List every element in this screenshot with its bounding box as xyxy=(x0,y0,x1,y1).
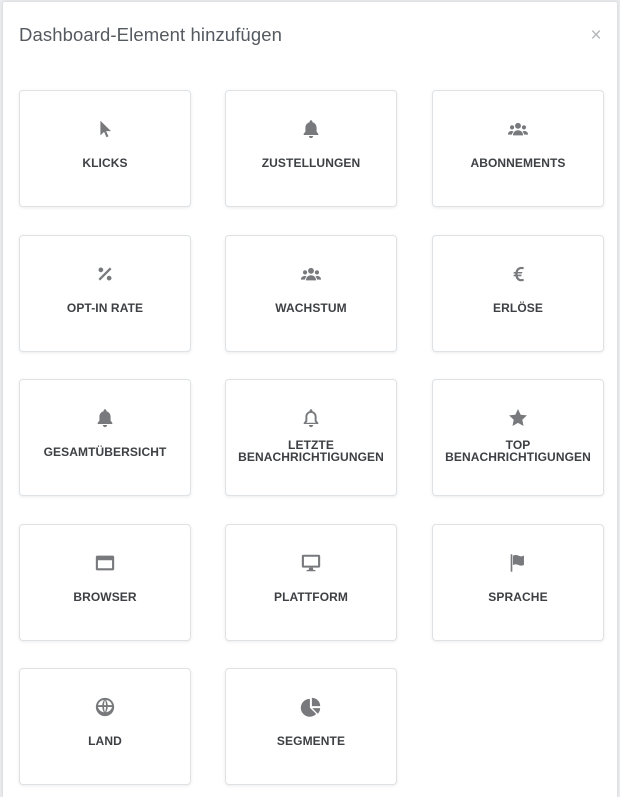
bell-icon xyxy=(20,407,190,429)
card-label-line: BENACHRICHTIGUNGEN xyxy=(238,450,384,464)
card-top-benachrichtigungen[interactable]: TOP BENACHRICHTIGUNGEN xyxy=(432,379,604,496)
card-label: OPT-IN RATE xyxy=(66,301,144,315)
euro-icon xyxy=(433,263,603,285)
card-land[interactable]: LAND xyxy=(19,668,191,785)
card-label: LETZTE BENACHRICHTIGUNGEN xyxy=(230,439,392,463)
card-label: ABONNEMENTS xyxy=(470,156,566,170)
card-klicks[interactable]: KLICKS xyxy=(19,90,191,207)
card-abonnements[interactable]: ABONNEMENTS xyxy=(432,90,604,207)
card-label: GESAMTÜBERSICHT xyxy=(43,445,167,459)
browser-window-icon xyxy=(20,552,190,574)
card-label: BROWSER xyxy=(73,590,137,604)
card-label: ERLÖSE xyxy=(493,301,543,315)
users-icon xyxy=(433,118,603,140)
cursor-icon xyxy=(20,118,190,140)
users-icon xyxy=(226,263,396,285)
card-gesamtuebersicht[interactable]: GESAMTÜBERSICHT xyxy=(19,379,191,496)
card-label: TOP BENACHRICHTIGUNGEN xyxy=(437,439,599,463)
card-sprache[interactable]: SPRACHE xyxy=(432,524,604,641)
card-label: SEGMENTE xyxy=(276,734,346,748)
globe-icon xyxy=(20,696,190,718)
card-zustellungen[interactable]: ZUSTELLUNGEN xyxy=(225,90,397,207)
card-letzte-benachrichtigungen[interactable]: LETZTE BENACHRICHTIGUNGEN xyxy=(225,379,397,496)
card-label: ZUSTELLUNGEN xyxy=(261,156,361,170)
card-label: PLATTFORM xyxy=(274,590,348,604)
bell-outline-icon xyxy=(226,407,396,429)
card-label-line: BENACHRICHTIGUNGEN xyxy=(445,450,591,464)
modal-title: Dashboard-Element hinzufügen xyxy=(19,24,282,45)
card-plattform[interactable]: PLATTFORM xyxy=(225,524,397,641)
add-dashboard-element-modal: Dashboard-Element hinzufügen × KLICKS ZU… xyxy=(3,2,617,797)
close-icon: × xyxy=(590,24,602,46)
card-label: LAND xyxy=(88,734,122,748)
bell-icon xyxy=(226,118,396,140)
card-browser[interactable]: BROWSER xyxy=(19,524,191,641)
card-wachstum[interactable]: WACHSTUM xyxy=(225,235,397,352)
card-segmente[interactable]: SEGMENTE xyxy=(225,668,397,785)
flag-icon xyxy=(433,552,603,574)
pie-chart-icon xyxy=(226,696,396,718)
percent-icon xyxy=(20,263,190,285)
card-label: SPRACHE xyxy=(488,590,548,604)
card-erloese[interactable]: ERLÖSE xyxy=(432,235,604,352)
card-opt-in-rate[interactable]: OPT-IN RATE xyxy=(19,235,191,352)
desktop-icon xyxy=(226,552,396,574)
card-label: KLICKS xyxy=(82,156,128,170)
star-icon xyxy=(433,407,603,429)
card-label: WACHSTUM xyxy=(275,301,347,315)
close-button[interactable]: × xyxy=(587,25,605,45)
